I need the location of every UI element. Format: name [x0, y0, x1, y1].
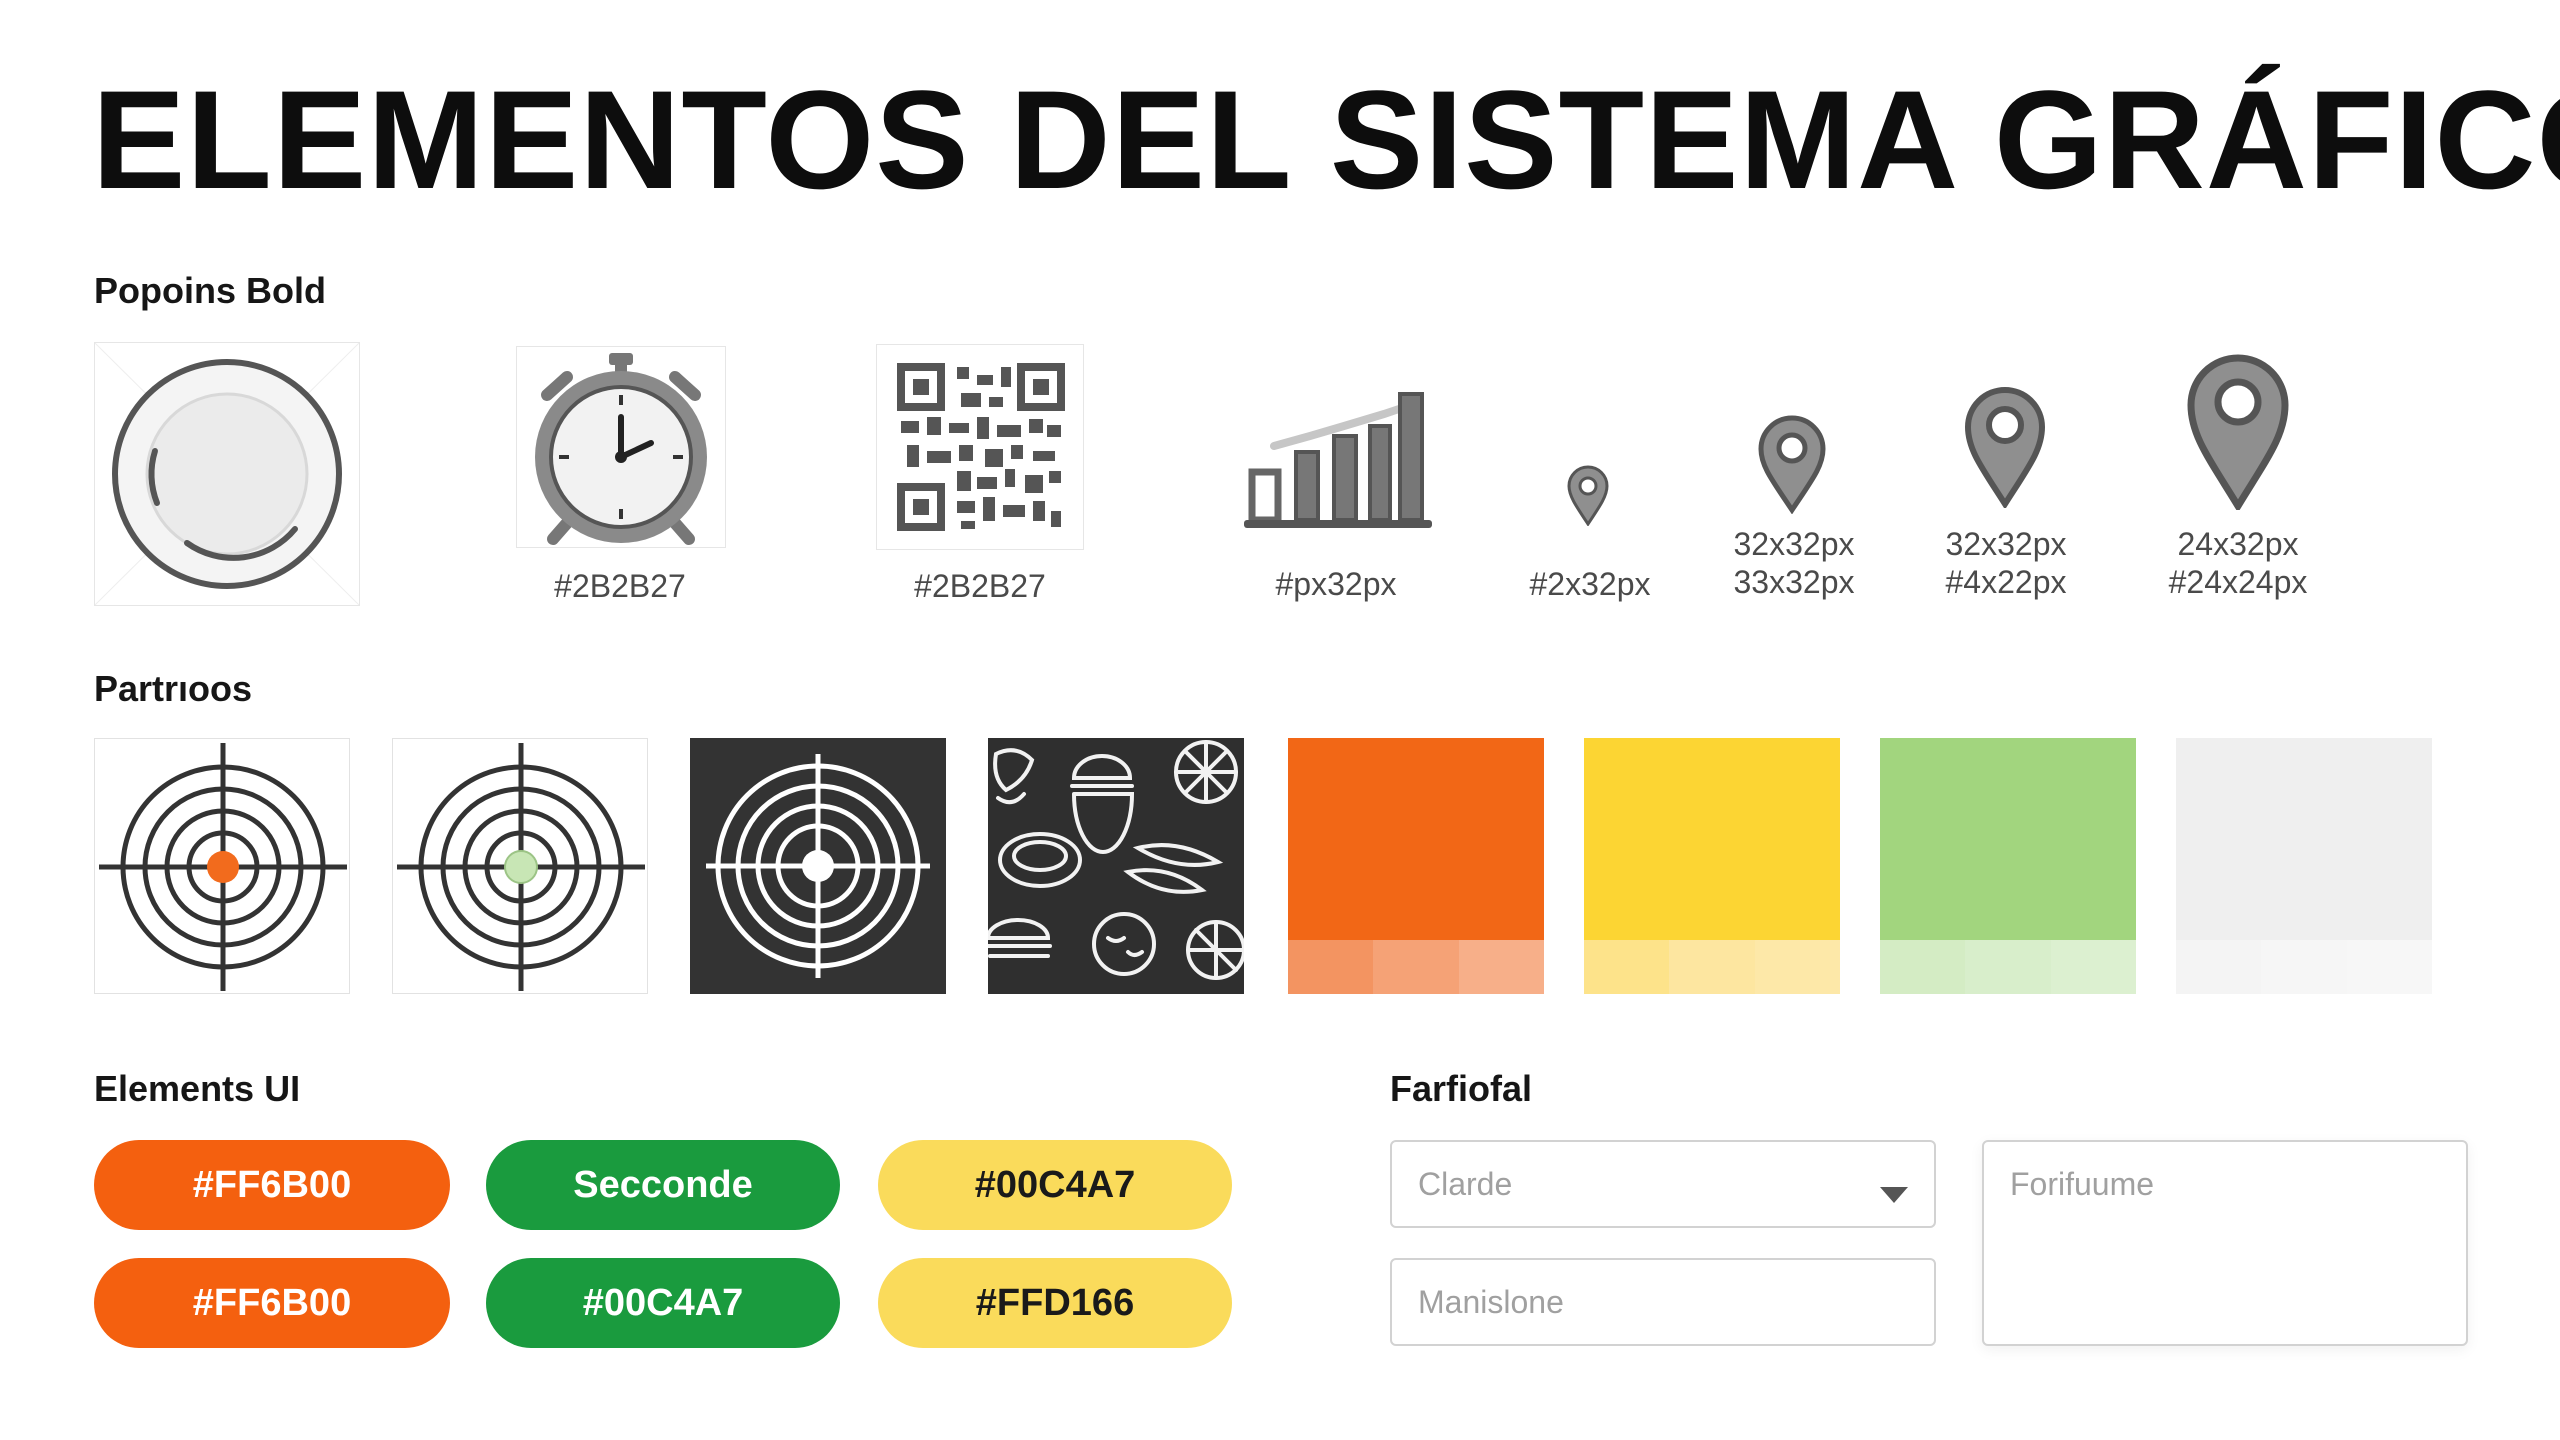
tertiary-button[interactable]: #FFD166	[878, 1258, 1232, 1348]
input-placeholder: Manislone	[1418, 1284, 1564, 1320]
icons-section-label: Popoins Bold	[94, 270, 326, 311]
ui-section-label: Elements UI	[94, 1068, 301, 1109]
target-pattern-tile-dark	[690, 738, 946, 994]
location-pin-icon	[2184, 350, 2292, 513]
icon-caption: #2B2B27	[554, 568, 686, 604]
primary-button[interactable]: #FF6B00	[94, 1258, 450, 1348]
tertiary-button[interactable]: #00C4A7	[878, 1140, 1232, 1230]
icon-caption-secondary: #4x22px	[1945, 564, 2067, 600]
qr-code-icon	[876, 344, 1084, 550]
bar-chart-icon	[1240, 386, 1436, 534]
textarea-field[interactable]: Forifuume	[1982, 1140, 2468, 1346]
color-swatch-green	[1880, 738, 2136, 994]
icon-caption: #px32px	[1275, 566, 1397, 602]
plate-icon	[94, 342, 360, 606]
target-pattern-tile	[94, 738, 350, 994]
color-swatch-yellow	[1584, 738, 1840, 994]
icon-caption: 32x32px	[1945, 526, 2067, 562]
chevron-down-icon[interactable]	[1878, 1176, 1910, 1213]
location-pin-icon	[1566, 464, 1610, 527]
icon-caption: #2x32px	[1529, 566, 1651, 602]
icon-caption-secondary: 33x32px	[1733, 564, 1855, 600]
icon-caption-secondary: #24x24px	[2168, 564, 2308, 600]
forms-section-label: Farfiofal	[1390, 1068, 1533, 1109]
primary-button[interactable]: #FF6B00	[94, 1140, 450, 1230]
target-pattern-tile	[392, 738, 648, 994]
patterns-section-label: Partrıoos	[94, 668, 253, 709]
secondary-button[interactable]: #00C4A7	[486, 1258, 840, 1348]
textarea-placeholder: Forifuume	[2010, 1166, 2155, 1202]
select-placeholder: Clarde	[1418, 1166, 1513, 1202]
location-pin-icon	[1962, 384, 2048, 510]
icon-caption: #2B2B27	[914, 568, 1046, 604]
color-swatch-orange	[1288, 738, 1544, 994]
secondary-button[interactable]: Secconde	[486, 1140, 840, 1230]
select-field[interactable]: Clarde	[1390, 1140, 1936, 1228]
page-title: ELEMENTOS DEL SISTEMA GRÁFICO	[92, 61, 2560, 218]
stopwatch-icon	[516, 346, 726, 548]
food-pattern-tile	[988, 738, 1244, 994]
icon-caption: 24x32px	[2177, 526, 2299, 562]
icon-caption: 32x32px	[1733, 526, 1855, 562]
text-input[interactable]: Manislone	[1390, 1258, 1936, 1346]
location-pin-icon	[1756, 414, 1828, 515]
color-swatch-gray	[2176, 738, 2432, 994]
